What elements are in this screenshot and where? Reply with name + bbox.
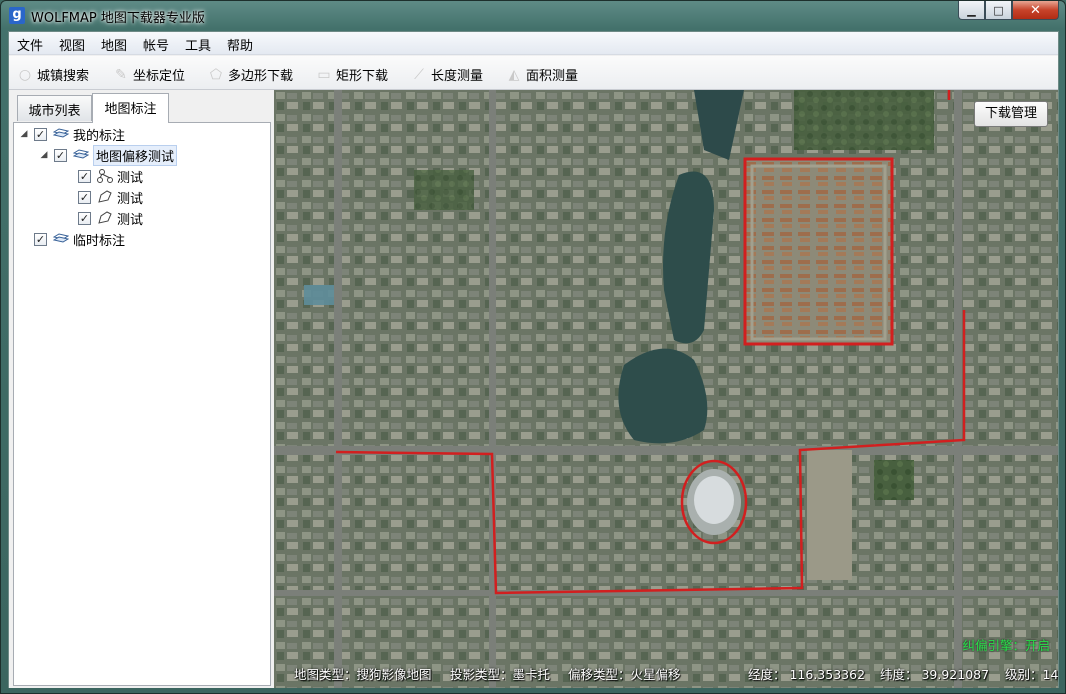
pencil-icon: ✎ bbox=[115, 66, 127, 83]
side-panel: 城市列表 地图标注 ◢ ✓ 我的标注 ◢ ✓ 地图偏移测试 ✓ 测试 ✓ 测试 … bbox=[9, 90, 274, 688]
client-area: 文件 视图 地图 帐号 工具 帮助 ○ 城镇搜索 ✎ 坐标定位 ⬠ 多边形下载 … bbox=[8, 31, 1059, 688]
polyline-icon bbox=[96, 169, 114, 183]
tree-node-temp-annotations[interactable]: ✓ 临时标注 bbox=[34, 229, 125, 249]
longitude-readout: 经度： 116.353362 bbox=[748, 667, 866, 682]
polygon-icon: ⬠ bbox=[209, 66, 223, 83]
projection-label: 投影类型：墨卡托 bbox=[450, 667, 551, 682]
title-bar[interactable]: g WOLFMAP 地图下载器专业版 ▁ □ ✕ bbox=[1, 1, 1065, 31]
menu-account[interactable]: 帐号 bbox=[143, 35, 169, 54]
checkbox[interactable]: ✓ bbox=[34, 232, 47, 246]
menu-tools[interactable]: 工具 bbox=[185, 35, 211, 54]
area-measure-button[interactable]: ◭ 面积测量 bbox=[506, 65, 578, 85]
menu-file[interactable]: 文件 bbox=[17, 35, 43, 54]
checkbox[interactable]: ✓ bbox=[54, 148, 67, 162]
search-icon: ○ bbox=[18, 66, 32, 83]
satellite-imagery bbox=[274, 90, 1058, 688]
checkbox[interactable]: ✓ bbox=[78, 190, 91, 204]
close-icon: ✕ bbox=[1030, 2, 1041, 18]
tree-node-test-3[interactable]: ✓ 测试 bbox=[78, 208, 143, 228]
polygon-download-button[interactable]: ⬠ 多边形下载 bbox=[208, 65, 293, 85]
minimize-icon: ▁ bbox=[967, 3, 976, 17]
map-status-bar: 地图类型：搜狗影像地图 投影类型：墨卡托 偏移类型：火星偏移 经度： 116.3… bbox=[274, 664, 1058, 682]
collapse-arrow-icon[interactable]: ◢ bbox=[38, 150, 50, 160]
polygon-icon bbox=[96, 190, 114, 204]
tree-node-test-2[interactable]: ✓ 测试 bbox=[78, 187, 143, 207]
city-search-button[interactable]: ○ 城镇搜索 bbox=[17, 65, 89, 85]
collapse-arrow-icon[interactable]: ◢ bbox=[18, 129, 30, 139]
menu-map[interactable]: 地图 bbox=[101, 35, 127, 54]
tree-node-offset-test[interactable]: ◢ ✓ 地图偏移测试 bbox=[38, 144, 178, 166]
coord-locate-button[interactable]: ✎ 坐标定位 bbox=[113, 65, 185, 85]
maximize-button[interactable]: □ bbox=[985, 1, 1012, 20]
folder-layer-icon bbox=[72, 148, 90, 162]
minimize-button[interactable]: ▁ bbox=[958, 1, 985, 20]
map-view[interactable]: 下载管理 纠偏引擎：开启 地图类型：搜狗影像地图 投影类型：墨卡托 偏移类型：火… bbox=[274, 90, 1058, 688]
offset-type-label: 偏移类型：火星偏移 bbox=[568, 667, 681, 682]
area-icon: ◭ bbox=[508, 66, 520, 83]
correction-engine-status: 纠偏引擎：开启 bbox=[962, 638, 1050, 653]
folder-layer-icon bbox=[52, 232, 70, 246]
tree-node-test-1[interactable]: ✓ 测试 bbox=[78, 166, 143, 186]
tab-city-list[interactable]: 城市列表 bbox=[17, 95, 92, 121]
folder-layer-icon bbox=[52, 127, 70, 141]
app-icon: g bbox=[9, 7, 25, 24]
maximize-icon: □ bbox=[993, 3, 1004, 17]
rect-download-button[interactable]: ▭ 矩形下载 bbox=[316, 65, 388, 85]
checkbox[interactable]: ✓ bbox=[78, 211, 91, 225]
window-title: WOLFMAP 地图下载器专业版 bbox=[31, 11, 205, 26]
menu-help[interactable]: 帮助 bbox=[227, 35, 253, 54]
map-type-label: 地图类型：搜狗影像地图 bbox=[294, 667, 432, 682]
ruler-icon: ⟋ bbox=[414, 66, 424, 83]
latitude-readout: 纬度： 39.921087 bbox=[880, 667, 990, 682]
toolbar: ○ 城镇搜索 ✎ 坐标定位 ⬠ 多边形下载 ▭ 矩形下载 ⟋ 长度测量 ◭ 面积… bbox=[9, 56, 1058, 90]
tab-map-annotations[interactable]: 地图标注 bbox=[92, 93, 169, 123]
checkbox[interactable]: ✓ bbox=[78, 169, 91, 183]
app-window: g WOLFMAP 地图下载器专业版 ▁ □ ✕ 文件 视图 地图 帐号 工具 … bbox=[0, 0, 1066, 694]
length-measure-button[interactable]: ⟋ 长度测量 bbox=[411, 65, 483, 85]
zoom-level-readout: 级别：14 bbox=[1005, 667, 1058, 682]
menu-bar: 文件 视图 地图 帐号 工具 帮助 bbox=[9, 32, 1058, 55]
annotation-tree: ◢ ✓ 我的标注 ◢ ✓ 地图偏移测试 ✓ 测试 ✓ 测试 ✓ 测试 ✓ 临时标… bbox=[13, 122, 271, 686]
polygon-icon bbox=[96, 211, 114, 225]
download-manager-button[interactable]: 下载管理 bbox=[974, 101, 1048, 127]
rectangle-icon: ▭ bbox=[317, 66, 331, 83]
tree-node-my-annotations[interactable]: ◢ ✓ 我的标注 bbox=[18, 124, 125, 144]
menu-view[interactable]: 视图 bbox=[59, 35, 85, 54]
close-button[interactable]: ✕ bbox=[1012, 1, 1059, 20]
checkbox[interactable]: ✓ bbox=[34, 127, 47, 141]
